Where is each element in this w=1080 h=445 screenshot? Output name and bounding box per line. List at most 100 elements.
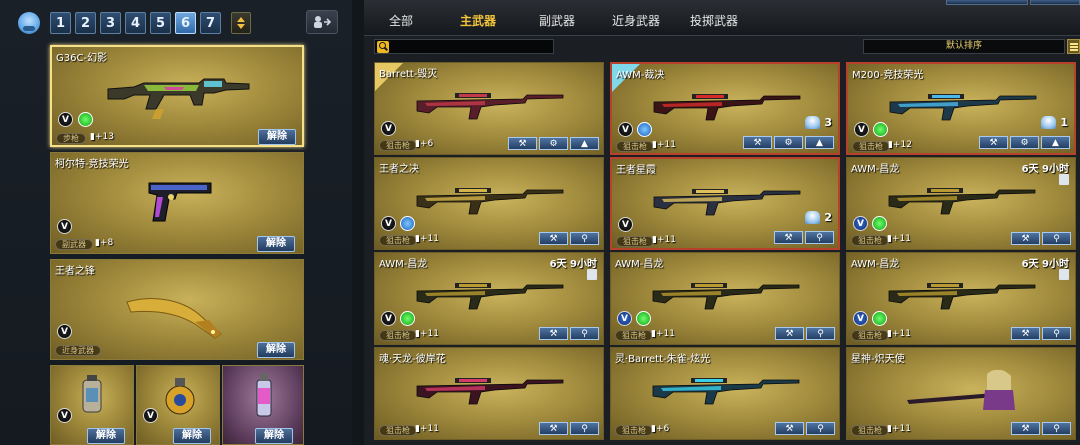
weapon-card[interactable]: 魂·天龙-彼岸花 狙击枪 ▮+11 ⚒ ⚲ xyxy=(374,347,604,440)
unequip-button[interactable]: 解除 xyxy=(257,236,295,252)
weapon-type-label: 近身武器 xyxy=(55,345,101,356)
preset-2-button[interactable]: 2 xyxy=(75,12,96,34)
search-input[interactable] xyxy=(374,39,554,54)
upgrade-icon[interactable]: ⚒ xyxy=(539,327,568,340)
settings-icon[interactable]: ⚙ xyxy=(1010,136,1039,149)
grenade-slot-3[interactable]: 解除 xyxy=(222,365,304,445)
primary-slot-card[interactable]: G36C-幻影 V 步枪 ▮+13 解除 xyxy=(50,45,304,147)
bullet-bonus: ▮+11 xyxy=(652,140,676,150)
upgrade-icon[interactable]: ⚒ xyxy=(743,136,772,149)
grenade-slot-2[interactable]: V 解除 xyxy=(136,365,220,445)
sniper-rifle-image xyxy=(416,188,564,215)
tab-all[interactable]: 全部 xyxy=(389,12,413,29)
bullet-bonus: ▮+11 xyxy=(887,424,911,434)
upgrade-icon[interactable]: ⚒ xyxy=(775,422,804,435)
settings-icon[interactable]: ⚙ xyxy=(774,136,803,149)
weapon-card[interactable]: AWM-昌龙 6天 9小时 V 狙击枪 ▮+11 ⚒ ⚲ xyxy=(374,252,604,345)
inspect-icon[interactable]: ⚲ xyxy=(806,327,835,340)
inspect-icon[interactable]: ⚲ xyxy=(1042,232,1071,245)
tab-melee[interactable]: 近身武器 xyxy=(612,12,660,29)
upgrade-icon[interactable]: ⚒ xyxy=(1011,327,1040,340)
unequip-button[interactable]: 解除 xyxy=(258,129,296,145)
top-deco-bar xyxy=(1030,0,1080,5)
vip-badge-icon: V xyxy=(618,217,633,232)
preset-6-button[interactable]: 6 xyxy=(175,12,196,34)
preset-scroll-icon[interactable] xyxy=(231,12,251,34)
pistol-image xyxy=(148,182,212,222)
upgrade-icon[interactable]: ⚒ xyxy=(775,327,804,340)
weapon-card[interactable]: M200-竞技荣光 V 1 狙击枪 ▮+12 ⚒ ⚙ ▲ xyxy=(846,62,1076,155)
secondary-slot-card[interactable]: 柯尔特-竞技荣光 V 副武器 ▮+8 解除 xyxy=(50,152,304,254)
card-actions: ⚒ ⚙ ▲ xyxy=(979,136,1070,149)
green-attribute-icon xyxy=(636,311,651,326)
card-actions: ⚒ ⚲ xyxy=(775,327,835,340)
warehouse-panel: 全部 主武器 副武器 近身武器 投掷武器 默认排序 Barrett-毁灭 V 狙击枪… xyxy=(364,0,1080,445)
inspect-icon[interactable]: ⚲ xyxy=(806,422,835,435)
bullet-bonus: ▮+8 xyxy=(95,238,114,248)
sort-dropdown[interactable]: 默认排序 xyxy=(863,39,1065,54)
unequip-button[interactable]: 解除 xyxy=(173,428,211,444)
upgrade-icon[interactable]: ⚒ xyxy=(539,422,568,435)
inspect-icon[interactable]: ⚲ xyxy=(1042,327,1071,340)
bullet-value: +13 xyxy=(94,132,114,142)
inspect-icon[interactable]: ⚲ xyxy=(570,327,599,340)
tab-throwable[interactable]: 投掷武器 xyxy=(690,12,738,29)
weapon-card[interactable]: Barrett-毁灭 V 狙击枪 ▮+6 ⚒ ⚙ ▲ xyxy=(374,62,604,155)
upgrade-icon[interactable]: ⚒ xyxy=(539,232,568,245)
grenade-slot-1[interactable]: V 解除 xyxy=(50,365,134,445)
inspect-icon[interactable]: ⚲ xyxy=(1042,422,1071,435)
stack-number: 2 xyxy=(824,211,832,224)
card-actions: ⚒ ⚲ xyxy=(774,231,834,244)
equip-up-icon[interactable]: ▲ xyxy=(805,136,834,149)
stack-number: 1 xyxy=(1060,116,1068,129)
card-title: 王者之锋 xyxy=(55,266,95,277)
share-loadout-button[interactable] xyxy=(306,10,338,34)
weapon-type-label: 狙击枪 xyxy=(852,141,890,152)
weapon-card[interactable]: 星神-炽天使 狙击枪 ▮+11 ⚒ ⚲ xyxy=(846,347,1076,440)
tab-primary[interactable]: 主武器 xyxy=(460,12,496,29)
weapon-card[interactable]: AWM-昌龙 6天 9小时 V 狙击枪 ▮+11 ⚒ ⚲ xyxy=(846,252,1076,345)
weapon-type-label: 狙击枪 xyxy=(379,425,417,436)
unequip-button[interactable]: 解除 xyxy=(87,428,125,444)
preset-5-button[interactable]: 5 xyxy=(150,12,171,34)
upgrade-icon[interactable]: ⚒ xyxy=(774,231,803,244)
unequip-button[interactable]: 解除 xyxy=(257,342,295,358)
weapon-card[interactable]: 灵·Barrett-朱雀-炫光 狙击枪 ▮+6 ⚒ ⚲ xyxy=(610,347,840,440)
delete-icon[interactable] xyxy=(1059,174,1069,185)
weapon-title: Barrett-毁灭 xyxy=(379,69,438,80)
upgrade-icon[interactable]: ⚒ xyxy=(508,137,537,150)
inspect-icon[interactable]: ⚲ xyxy=(570,422,599,435)
expiry-timer: 6天 9小时 xyxy=(1021,164,1069,175)
delete-icon[interactable] xyxy=(587,269,597,280)
upgrade-icon[interactable]: ⚒ xyxy=(1011,232,1040,245)
equip-up-icon[interactable]: ▲ xyxy=(1041,136,1070,149)
weapon-type-label: 狙击枪 xyxy=(851,330,889,341)
card-actions: ⚒ ⚲ xyxy=(539,422,599,435)
inspect-icon[interactable]: ⚲ xyxy=(805,231,834,244)
settings-icon[interactable]: ⚙ xyxy=(539,137,568,150)
sort-menu-icon[interactable] xyxy=(1067,39,1080,54)
preset-3-button[interactable]: 3 xyxy=(100,12,121,34)
preset-4-button[interactable]: 4 xyxy=(125,12,146,34)
upgrade-icon[interactable]: ⚒ xyxy=(979,136,1008,149)
upgrade-icon[interactable]: ⚒ xyxy=(1011,422,1040,435)
delete-icon[interactable] xyxy=(1059,269,1069,280)
weapon-card[interactable]: AWM-裁决 V 3 狙击枪 ▮+11 ⚒ ⚙ ▲ xyxy=(610,62,840,155)
unequip-button[interactable]: 解除 xyxy=(255,428,293,444)
weapon-card[interactable]: AWM-昌龙 6天 9小时 V 狙击枪 ▮+11 ⚒ ⚲ xyxy=(846,157,1076,250)
preset-7-button[interactable]: 7 xyxy=(200,12,221,34)
bullet-bonus: ▮+11 xyxy=(652,235,676,245)
weapon-type-label: 狙击枪 xyxy=(616,141,654,152)
weapon-card[interactable]: 王者之决 V 狙击枪 ▮+11 ⚒ ⚲ xyxy=(374,157,604,250)
preset-1-button[interactable]: 1 xyxy=(50,12,71,34)
card-actions: ⚒ ⚲ xyxy=(1011,422,1071,435)
melee-slot-card[interactable]: 王者之锋 V 近身武器 解除 xyxy=(50,259,304,360)
weapon-title: AWM-昌龙 xyxy=(851,259,900,270)
equip-up-icon[interactable]: ▲ xyxy=(570,137,599,150)
weapon-card[interactable]: AWM-昌龙 V 狙击枪 ▮+11 ⚒ ⚲ xyxy=(610,252,840,345)
inspect-icon[interactable]: ⚲ xyxy=(570,232,599,245)
character-icon[interactable] xyxy=(18,12,40,34)
tab-secondary[interactable]: 副武器 xyxy=(539,12,575,29)
weapon-card[interactable]: 王者星霞 V 2 狙击枪 ▮+11 ⚒ ⚲ xyxy=(610,157,840,250)
vip-blue-badge-icon: V xyxy=(853,311,868,326)
